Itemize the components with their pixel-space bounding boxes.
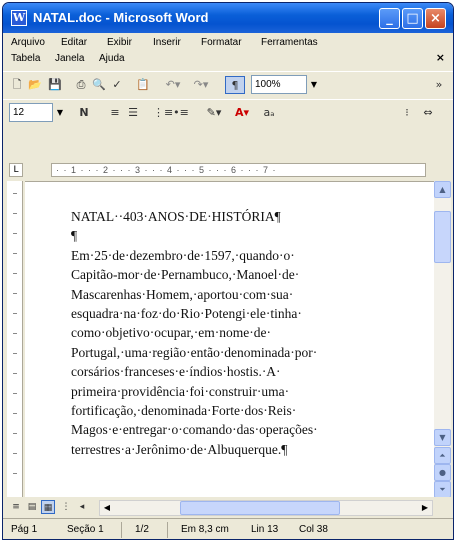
research-icon[interactable]: ⇔	[415, 104, 441, 122]
document-title[interactable]: NATAL··403·ANOS·DE·HISTÓRIA¶	[71, 207, 421, 226]
menu-ajuda[interactable]: Ajuda	[99, 53, 125, 64]
menu-janela[interactable]: Janela	[55, 53, 84, 64]
font-size-select[interactable]: 12	[9, 103, 53, 122]
tab-selector-icon[interactable]: L	[9, 163, 23, 177]
document-page[interactable]: NATAL··403·ANOS·DE·HISTÓRIA¶ ¶ Em·25·de·…	[25, 181, 435, 497]
show-formatting-icon[interactable]: ¶	[225, 76, 245, 94]
paragraph-mark[interactable]: ¶	[71, 226, 421, 245]
maximize-button[interactable]: □	[402, 8, 423, 29]
menu-tabela[interactable]: Tabela	[11, 53, 40, 64]
formatting-toolbar: 12 ▼ N ≡ ☰ ⋮≡ •≡ ✎▾ A▾ aₐ ⁝ ⇔	[3, 99, 453, 131]
bullet-list-icon[interactable]: •≡	[173, 104, 189, 122]
menu-arquivo[interactable]: Arquivo	[11, 37, 45, 48]
normal-view-icon[interactable]: ≡	[9, 500, 23, 514]
browse-object-icon[interactable]: ●	[434, 464, 451, 481]
toolbar-options-icon[interactable]: »	[433, 76, 445, 94]
outline-view-icon[interactable]: ⋮	[59, 500, 73, 514]
open-folder-icon[interactable]: 📂	[27, 76, 43, 94]
status-line: Lin 13	[251, 524, 279, 535]
menu-bar: Arquivo Editar Exibir Inserir Formatar F…	[3, 33, 453, 71]
body-line[interactable]: terrestres·a·Jerônimo·de·Albuquerque.¶	[71, 440, 421, 459]
body-line[interactable]: Portugal,·uma·região·então·denominada·po…	[71, 343, 421, 362]
document-body[interactable]: NATAL··403·ANOS·DE·HISTÓRIA¶ ¶ Em·25·de·…	[71, 207, 421, 459]
align-center-icon[interactable]: ≡	[107, 104, 123, 122]
new-document-icon[interactable]: 🗋	[9, 76, 25, 94]
status-page-count: 1/2	[135, 524, 149, 535]
status-column: Col 38	[299, 524, 328, 535]
scroll-down-icon[interactable]: ▼	[434, 429, 451, 446]
window-title: NATAL.doc - Microsoft Word	[33, 10, 209, 25]
spelling-icon[interactable]: ✓	[109, 76, 125, 94]
styles-icon[interactable]: aₐ	[259, 104, 279, 122]
body-line[interactable]: Magos·e·entregar·o·comando·das·operações…	[71, 420, 421, 439]
menu-formatar[interactable]: Formatar	[201, 37, 242, 48]
body-line[interactable]: Capitão-mor·de·Pernambuco,·Manoel·de·	[71, 265, 421, 284]
bold-icon[interactable]: N	[77, 104, 91, 122]
print-layout-icon[interactable]: ▦	[41, 500, 55, 514]
minimize-button[interactable]: _	[379, 8, 400, 29]
numbered-list-icon[interactable]: ⋮≡	[153, 104, 173, 122]
status-page: Pág 1	[11, 524, 38, 535]
title-bar[interactable]: W NATAL.doc - Microsoft Word _ □ ×	[3, 3, 453, 33]
vertical-scrollbar[interactable]: ▲ ▼ ⏶ ● ⏷	[434, 181, 451, 498]
font-color-icon[interactable]: A▾	[231, 104, 253, 122]
horizontal-ruler: L · · 1 · · · 2 · · · 3 · · · 4 · · · 5 …	[3, 159, 453, 181]
close-button[interactable]: ×	[425, 8, 446, 29]
menu-inserir[interactable]: Inserir	[153, 37, 181, 48]
print-preview-icon[interactable]: 🔍	[91, 76, 107, 94]
status-position: Em 8,3 cm	[181, 524, 229, 535]
scroll-up-icon[interactable]: ▲	[434, 181, 451, 198]
save-icon[interactable]: 💾	[47, 76, 63, 94]
body-line[interactable]: esquadra·na·foz·do·Rio·Potengi·ele·tinha…	[71, 304, 421, 323]
paste-icon[interactable]: 📋	[135, 76, 151, 94]
reading-view-icon[interactable]: ◂	[75, 500, 89, 514]
toolbar-more-icon[interactable]: ⁝	[401, 104, 413, 122]
standard-toolbar: 🗋 📂 💾 ⎙ 🔍 ✓ 📋 ↶▾ ↷▾ ¶ 100% ▼ »	[3, 71, 453, 97]
redo-icon[interactable]: ↷▾	[191, 76, 211, 94]
status-bar: Pág 1 Seção 1 1/2 Em 8,3 cm Lin 13 Col 3…	[3, 518, 453, 539]
undo-icon[interactable]: ↶▾	[163, 76, 183, 94]
ruler-scale[interactable]: · · 1 · · · 2 · · · 3 · · · 4 · · · 5 · …	[51, 163, 426, 177]
word-app-icon[interactable]: W	[11, 10, 27, 26]
print-icon[interactable]: ⎙	[73, 76, 89, 94]
menu-ferramentas[interactable]: Ferramentas	[261, 37, 318, 48]
body-line[interactable]: como·objetivo·ocupar,·em·nome·de·	[71, 323, 421, 342]
web-view-icon[interactable]: ▤	[25, 500, 39, 514]
justify-icon[interactable]: ☰	[125, 104, 141, 122]
scroll-right-icon[interactable]: ▶	[418, 501, 432, 515]
body-line[interactable]: primeira·providência·foi·construir·uma·	[71, 382, 421, 401]
word-window: W NATAL.doc - Microsoft Word _ □ × Arqui…	[2, 2, 454, 540]
highlight-icon[interactable]: ✎▾	[203, 104, 225, 122]
menu-editar[interactable]: Editar	[61, 37, 87, 48]
body-line[interactable]: fortificação,·denominada·Forte·dos·Reis·	[71, 401, 421, 420]
next-page-icon[interactable]: ⏷	[434, 481, 451, 498]
close-document-icon[interactable]: ×	[436, 51, 445, 64]
vertical-scroll-thumb[interactable]	[434, 211, 451, 263]
horizontal-scroll-thumb[interactable]	[180, 501, 340, 515]
zoom-dropdown-icon[interactable]: ▼	[307, 75, 321, 94]
zoom-select[interactable]: 100%	[251, 75, 307, 94]
scroll-left-icon[interactable]: ◀	[100, 501, 114, 515]
view-and-scroll-bar: ≡ ▤ ▦ ⋮ ◂ ◀ ▶	[3, 497, 453, 517]
body-line[interactable]: Mascarenhas·Homem,·aportou·com·sua·	[71, 285, 421, 304]
vertical-ruler	[7, 181, 23, 497]
previous-page-icon[interactable]: ⏶	[434, 447, 451, 464]
status-section: Seção 1	[67, 524, 104, 535]
body-line[interactable]: corsários·franceses·e·índios·hostis.·A·	[71, 362, 421, 381]
body-line[interactable]: Em·25·de·dezembro·de·1597,·quando·o·	[71, 246, 421, 265]
menu-exibir[interactable]: Exibir	[107, 37, 132, 48]
horizontal-scrollbar[interactable]: ◀ ▶	[99, 500, 433, 516]
font-size-dropdown-icon[interactable]: ▼	[53, 103, 67, 122]
